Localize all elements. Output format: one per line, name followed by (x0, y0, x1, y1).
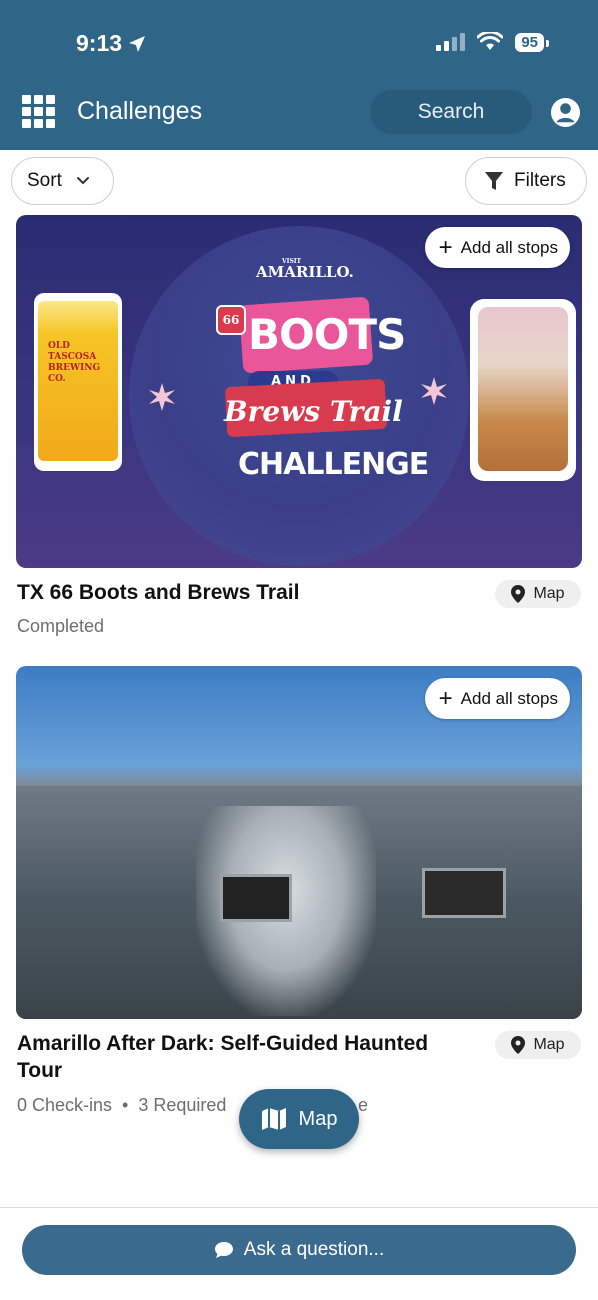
chevron-down-icon (76, 177, 89, 185)
route-66-shield: 66 (216, 305, 246, 335)
folded-map-icon (261, 1108, 286, 1130)
cellular-signal-icon (436, 33, 466, 51)
status-time-text: 9:13 (76, 30, 123, 56)
add-all-stops-button[interactable]: + Add all stops (424, 227, 570, 268)
add-all-stops-label: Add all stops (460, 688, 558, 708)
plus-icon: + (438, 233, 453, 261)
map-pin-icon (511, 585, 526, 603)
ask-question-button[interactable]: Ask a question... (22, 1225, 576, 1275)
challenge-status: Completed (17, 616, 105, 636)
mural-window-right (422, 868, 506, 918)
challenge-stats: 0 Check-ins • 3 Required (17, 1095, 227, 1115)
amarillo-logo-text: AMARILLO. (256, 263, 354, 281)
filters-label: Filters (514, 170, 566, 191)
beer-glass-image: OLD TASCOSA BREWING CO. (34, 293, 122, 471)
challenge-title[interactable]: Amarillo After Dark: Self-Guided Haunted… (17, 1030, 477, 1084)
chat-bubble-icon (214, 1242, 233, 1258)
star-icon-right (421, 377, 447, 405)
profile-icon[interactable] (550, 97, 581, 128)
filters-button[interactable]: Filters (465, 157, 587, 205)
beer-label-text: OLD TASCOSA BREWING CO. (48, 341, 101, 384)
filter-icon (485, 172, 503, 190)
search-button[interactable]: Search (370, 90, 532, 134)
location-arrow-icon (129, 35, 146, 52)
map-label: Map (533, 585, 565, 602)
map-button[interactable]: Map (495, 1031, 581, 1059)
star-icon-left (149, 383, 175, 411)
challenge-title[interactable]: TX 66 Boots and Brews Trail (17, 579, 477, 606)
brews-trail-text: Brews Trail (224, 395, 403, 428)
map-button[interactable]: Map (495, 580, 581, 608)
bottom-divider (0, 1207, 598, 1208)
map-pin-icon (511, 1036, 526, 1054)
battery-indicator: 95 (515, 32, 549, 52)
coffee-cup-image (470, 299, 576, 481)
wifi-icon (477, 32, 504, 50)
floating-map-label: Map (298, 1107, 338, 1130)
challenge-stats-tail: e (358, 1095, 369, 1115)
floating-map-button[interactable]: Map (239, 1089, 359, 1149)
search-label: Search (417, 100, 485, 123)
map-label: Map (533, 1036, 565, 1053)
status-right: 95 (435, 32, 549, 52)
sort-button[interactable]: Sort (11, 157, 114, 205)
status-time: 9:13 (76, 30, 146, 57)
sort-label: Sort (27, 170, 62, 191)
plus-icon: + (438, 684, 453, 712)
challenge-image-boots-brews[interactable]: OLD TASCOSA BREWING CO. VISIT AMARILLO. … (16, 215, 582, 568)
challenge-text: CHALLENGE (238, 447, 429, 482)
add-all-stops-button[interactable]: + Add all stops (424, 678, 570, 719)
page-title: Challenges (77, 97, 203, 125)
ask-question-label: Ask a question... (243, 1239, 385, 1260)
add-all-stops-label: Add all stops (460, 237, 558, 257)
mural-window-left (220, 874, 292, 922)
challenge-image-haunted-tour[interactable]: + Add all stops (16, 666, 582, 1019)
app-grid-icon[interactable] (22, 95, 55, 128)
boots-text: BOOTS (248, 310, 406, 359)
app-header: 9:13 95 Challenges Search (0, 0, 598, 150)
